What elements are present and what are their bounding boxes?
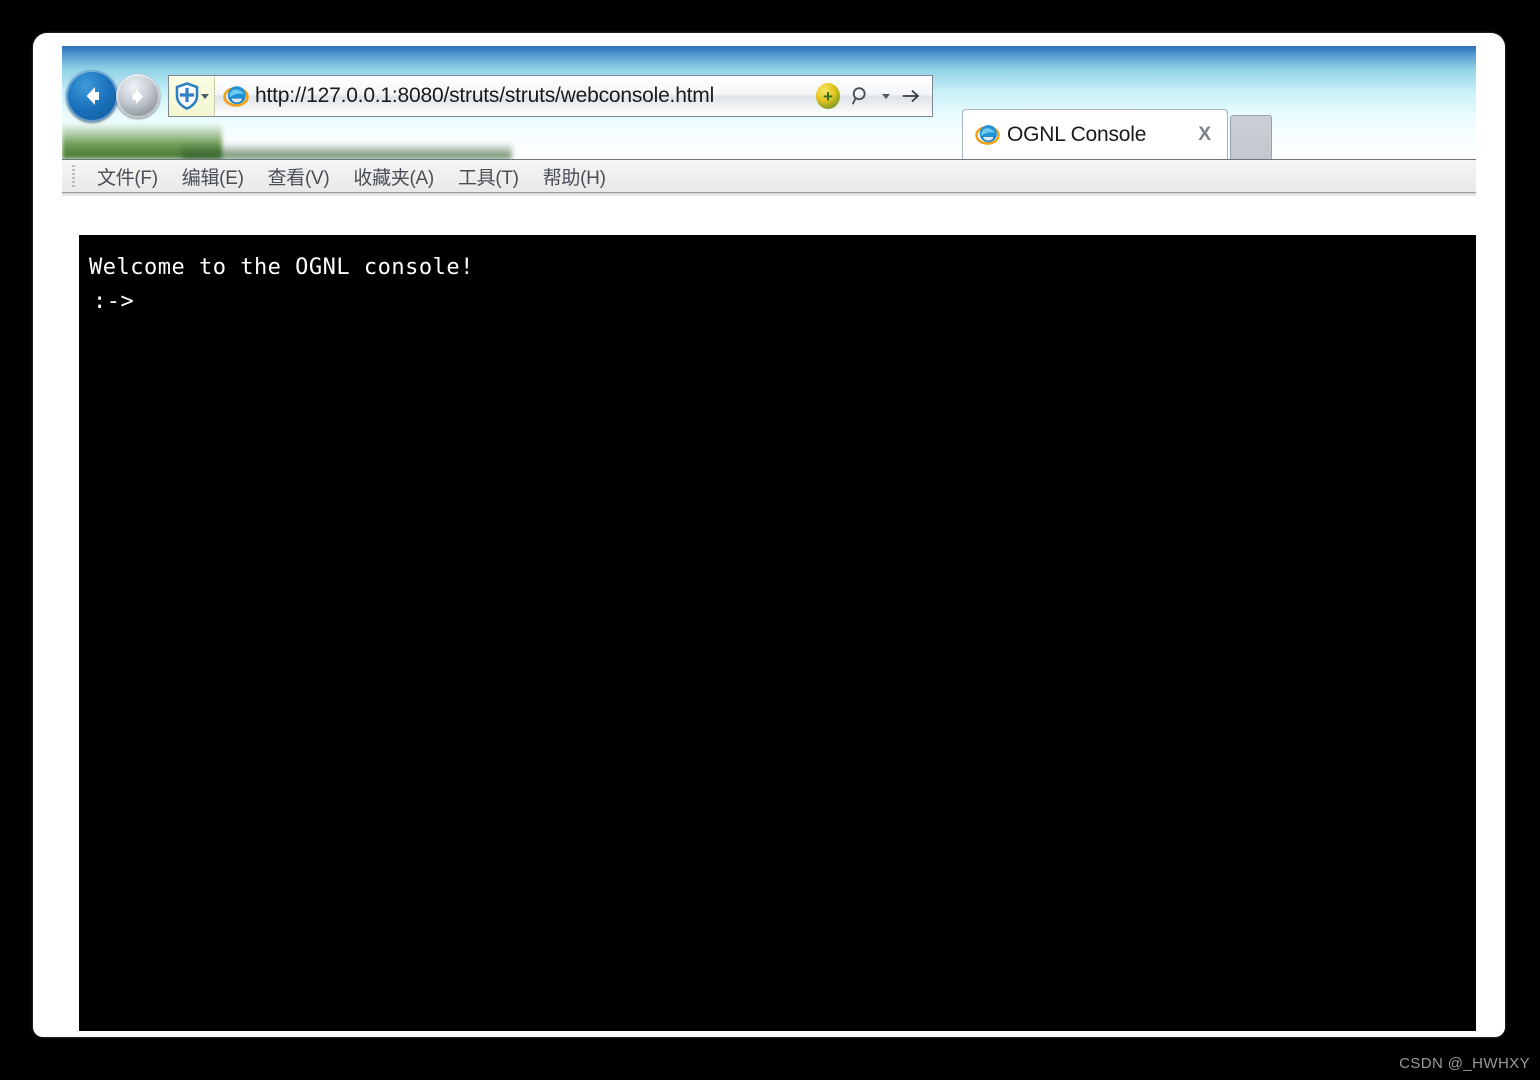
tab-strip: OGNL Console X: [962, 82, 1476, 159]
menu-item-tools[interactable]: 工具(T): [446, 161, 531, 192]
console-welcome-line: Welcome to the OGNL console!: [89, 255, 474, 280]
watermark-text: CSDN @_HWHXY: [1399, 1055, 1530, 1072]
tab-title: OGNL Console: [1007, 122, 1147, 146]
wallpaper-hill-decoration-2: [182, 143, 512, 159]
magnifier-icon[interactable]: [850, 84, 872, 108]
menu-grip-handle[interactable]: [72, 165, 75, 187]
address-bar-actions: +: [816, 83, 932, 109]
desktop-background: http://127.0.0.1:8080/struts/struts/webc…: [0, 0, 1540, 1080]
compat-plus-glyph: +: [823, 86, 833, 106]
close-icon[interactable]: X: [1192, 125, 1217, 144]
new-tab-button[interactable]: [1230, 115, 1272, 159]
internet-explorer-icon: [223, 83, 249, 109]
compatibility-view-button[interactable]: [169, 76, 215, 116]
menu-item-edit[interactable]: 编辑(E): [170, 161, 256, 192]
arrow-right-icon: [132, 88, 143, 104]
menu-item-file[interactable]: 文件(F): [85, 161, 170, 192]
browser-client-area: http://127.0.0.1:8080/struts/struts/webc…: [62, 46, 1476, 1031]
address-bar[interactable]: http://127.0.0.1:8080/struts/struts/webc…: [168, 75, 933, 117]
internet-explorer-icon: [975, 122, 1000, 147]
menu-bar: 文件(F) 编辑(E) 查看(V) 收藏夹(A) 工具(T) 帮助(H): [62, 159, 1476, 193]
chevron-down-icon[interactable]: [882, 93, 890, 99]
chevron-down-icon: [200, 93, 209, 99]
console-prompt[interactable]: :->: [89, 285, 1476, 319]
back-button[interactable]: [66, 70, 118, 122]
arrow-right-go-icon[interactable]: [900, 85, 922, 107]
shield-plus-icon: [175, 82, 198, 110]
page-viewport: Welcome to the OGNL console! :->: [62, 197, 1476, 1031]
ognl-console-output[interactable]: Welcome to the OGNL console! :->: [79, 235, 1476, 1031]
menu-item-favorites[interactable]: 收藏夹(A): [341, 161, 446, 192]
menu-item-help[interactable]: 帮助(H): [531, 161, 618, 192]
browser-window: http://127.0.0.1:8080/struts/struts/webc…: [33, 33, 1505, 1037]
tab-ognl-console[interactable]: OGNL Console X: [962, 109, 1228, 159]
url-text[interactable]: http://127.0.0.1:8080/struts/struts/webc…: [255, 84, 816, 108]
browser-titlebar: http://127.0.0.1:8080/struts/struts/webc…: [62, 46, 1476, 159]
compatibility-view-icon[interactable]: +: [816, 83, 840, 109]
arrow-left-icon: [86, 87, 99, 105]
forward-button[interactable]: [116, 74, 160, 118]
menu-item-view[interactable]: 查看(V): [256, 161, 342, 192]
